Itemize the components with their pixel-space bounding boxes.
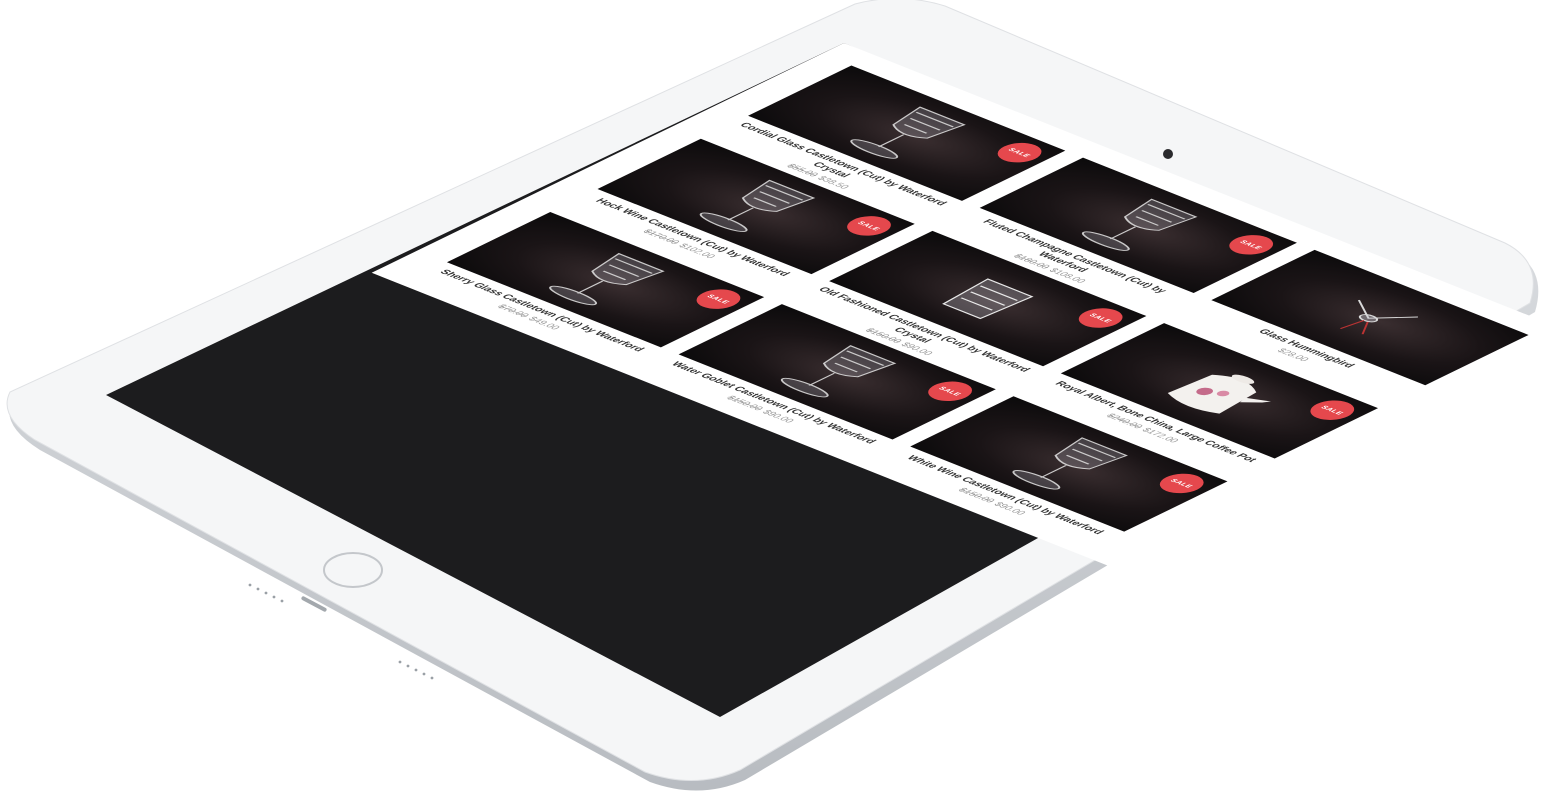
sale-badge: SALE [1150,469,1213,498]
sale-badge: SALE [988,138,1051,167]
sale-badge: SALE [838,212,900,240]
sale-badge: SALE [687,285,750,313]
tablet-device: SALE Cordial Glass Castletown (Cut) by W… [0,0,1547,800]
front-camera-icon [1163,149,1173,159]
sale-badge: SALE [919,377,982,405]
sale-badge: SALE [1301,396,1364,424]
sale-badge: SALE [1220,231,1283,259]
sale-badge: SALE [1069,304,1132,332]
home-button-icon[interactable] [323,552,383,588]
